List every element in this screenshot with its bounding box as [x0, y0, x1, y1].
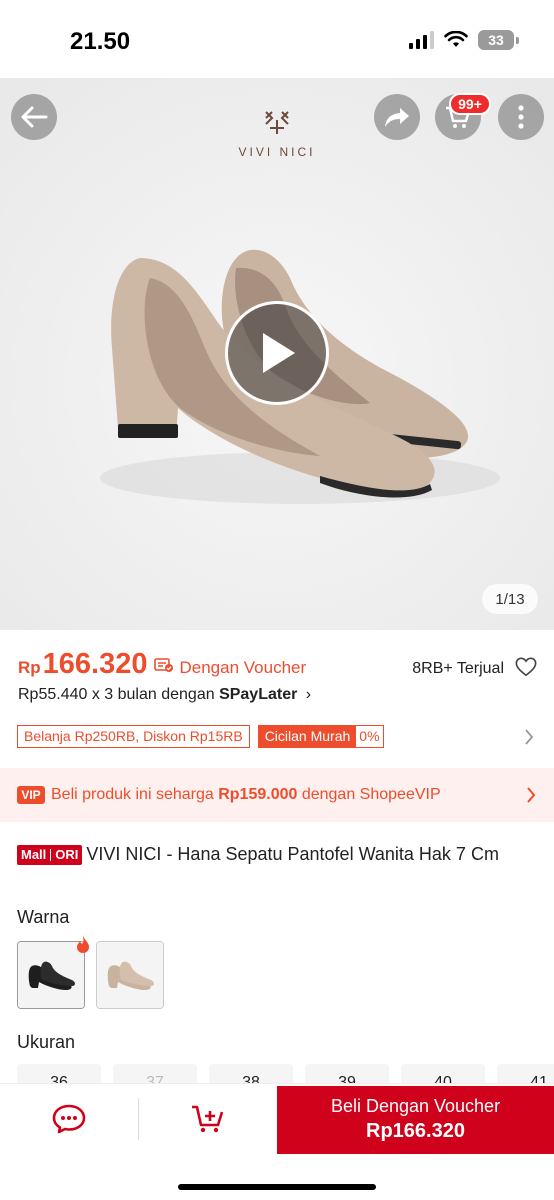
play-icon	[263, 333, 295, 373]
sold-count: 8RB+ Terjual	[412, 660, 504, 677]
installment-rate: 0%	[359, 728, 380, 744]
chat-button[interactable]	[0, 1084, 138, 1154]
fire-icon	[77, 935, 89, 953]
favorite-heart-icon[interactable]	[515, 656, 537, 678]
cart-count-badge: 99+	[449, 93, 491, 115]
buy-button-label: Beli Dengan Voucher	[330, 1096, 501, 1116]
vivi-nici-logo-icon	[265, 111, 289, 134]
brand-name: VIVI NICI	[238, 145, 316, 159]
buy-button-price: Rp166.320	[366, 1120, 465, 1142]
ori-label: ORI	[55, 847, 79, 862]
status-icons: 33	[409, 30, 519, 50]
installment-tag: Cicilan Murah 0%	[257, 725, 384, 748]
arrow-left-icon	[21, 106, 48, 128]
home-indicator	[178, 1184, 376, 1190]
chevron-right-icon: ›	[305, 686, 312, 703]
mall-label: Mall	[21, 847, 47, 862]
vip-text: Beli produk ini seharga Rp159.000 dengan…	[51, 786, 441, 804]
voucher-label[interactable]: Dengan Voucher	[180, 658, 307, 678]
promo-tags[interactable]: Belanja Rp250RB, Diskon Rp15RB Cicilan M…	[17, 725, 384, 748]
more-vertical-icon	[518, 105, 524, 129]
product-image-carousel[interactable]: VIVI NICI 99+ 1/13	[0, 78, 554, 630]
image-counter: 1/13	[482, 584, 538, 614]
vip-text-suffix: dengan ShopeeVIP	[297, 786, 441, 803]
share-icon	[385, 108, 409, 127]
add-to-cart-icon	[192, 1105, 224, 1133]
battery-icon: 33	[478, 30, 519, 50]
brand-logo: VIVI NICI	[232, 108, 322, 159]
more-options-button[interactable]	[498, 94, 544, 140]
variant-nude-thumbnail	[97, 942, 163, 1008]
chevron-right-icon	[527, 787, 536, 803]
voucher-icon	[153, 658, 173, 672]
paylater-text: Rp55.440 x 3 bulan dengan	[18, 686, 220, 703]
share-button[interactable]	[374, 94, 420, 140]
vip-price: Rp159.000	[218, 786, 298, 803]
price-row: Rp 166.320 Dengan Voucher	[18, 648, 306, 681]
variant-nude[interactable]	[96, 941, 164, 1009]
product-title: Mall ORI VIVI NICI - Hana Sepatu Pantofel…	[17, 842, 537, 866]
signal-icon	[409, 31, 434, 49]
color-label: Warna	[17, 907, 70, 927]
status-bar: 21.50 33	[0, 0, 554, 78]
installment-label: Cicilan Murah	[258, 726, 357, 747]
vip-badge-icon: VIP	[17, 786, 45, 804]
buy-with-voucher-button[interactable]: Beli Dengan Voucher Rp166.320	[277, 1086, 554, 1154]
vip-text-prefix: Beli produk ini seharga	[51, 786, 219, 803]
play-video-button[interactable]	[225, 301, 329, 405]
price-value: 166.320	[42, 648, 148, 680]
size-label: Ukuran	[17, 1032, 76, 1052]
add-to-cart-button[interactable]	[139, 1084, 277, 1154]
chevron-right-icon[interactable]	[524, 728, 534, 746]
paylater-installment[interactable]: Rp55.440 x 3 bulan dengan SPayLater ›	[18, 686, 311, 704]
discount-tag: Belanja Rp250RB, Diskon Rp15RB	[17, 725, 250, 748]
bottom-action-bar: Beli Dengan Voucher Rp166.320	[0, 1083, 554, 1200]
paylater-brand: SPayLater	[219, 686, 298, 703]
price-currency: Rp	[18, 658, 41, 677]
chat-icon	[52, 1104, 86, 1134]
wifi-icon	[444, 31, 468, 47]
product-title-text: VIVI NICI - Hana Sepatu Pantofel Wanita …	[86, 844, 499, 864]
shopee-vip-banner[interactable]: VIP Beli produk ini seharga Rp159.000 de…	[0, 768, 554, 822]
back-button[interactable]	[11, 94, 57, 140]
mall-ori-badge: Mall ORI	[17, 845, 83, 865]
status-time: 21.50	[70, 28, 131, 55]
